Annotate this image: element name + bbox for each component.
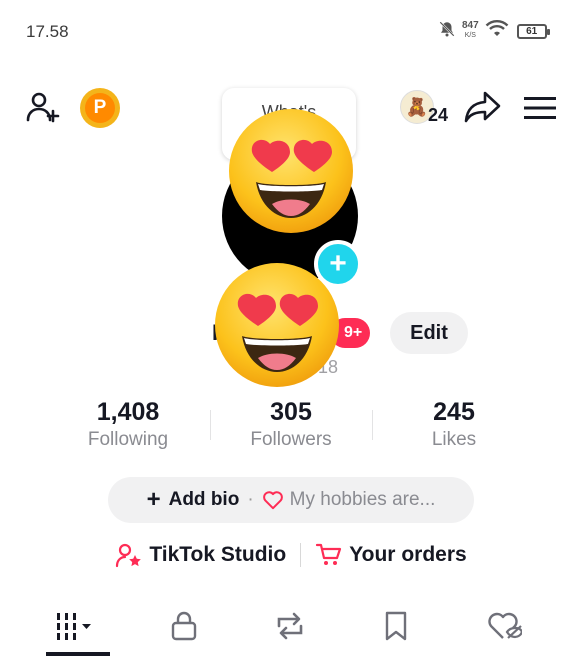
hamburger-menu-icon xyxy=(523,95,557,126)
battery-icon: 61 xyxy=(516,23,550,39)
your-orders-link[interactable]: Your orders xyxy=(315,542,467,568)
add-bio-label: Add bio xyxy=(168,489,240,510)
stat-following-value: 1,408 xyxy=(96,398,160,426)
notification-button[interactable]: 🧸 24 xyxy=(400,90,449,125)
net-speed-unit: K/S xyxy=(464,32,476,39)
bio-separator: · xyxy=(247,489,254,510)
bell-muted-icon xyxy=(438,20,456,43)
share-button[interactable] xyxy=(462,88,504,130)
tiktok-studio-link[interactable]: TikTok Studio xyxy=(115,542,286,568)
tab-reposts[interactable] xyxy=(262,604,318,648)
status-time: 17.58 xyxy=(26,22,69,41)
active-tab-indicator xyxy=(46,652,110,656)
profile-links: TikTok Studio Your orders xyxy=(0,542,582,568)
links-divider xyxy=(300,543,302,567)
tab-saved[interactable] xyxy=(368,604,424,648)
stat-likes-value: 245 xyxy=(433,398,475,426)
net-speed: 847 K/S xyxy=(462,21,479,41)
plus-icon: + xyxy=(146,486,161,513)
add-bio-button[interactable]: + Add bio · My hobbies are... xyxy=(108,477,474,523)
tab-liked[interactable] xyxy=(476,604,532,648)
stat-divider xyxy=(210,410,211,440)
status-icons: 847 K/S 61 xyxy=(438,18,550,44)
repost-icon xyxy=(277,612,303,640)
your-orders-label: Your orders xyxy=(349,543,467,566)
stat-following[interactable]: 1,408 Following xyxy=(53,398,203,451)
coin-button[interactable]: P xyxy=(80,88,120,128)
stat-followers[interactable]: 305 Followers xyxy=(216,398,366,451)
stat-likes[interactable]: 245 Likes xyxy=(379,398,529,451)
menu-button[interactable] xyxy=(520,90,560,130)
heart-eyes-emoji-icon-2 xyxy=(215,263,339,387)
stat-followers-label: Followers xyxy=(250,429,332,450)
coin-icon: P xyxy=(85,93,115,123)
wifi-icon xyxy=(485,19,509,43)
stat-following-label: Following xyxy=(87,429,169,450)
shopping-cart-icon xyxy=(316,543,342,565)
heart-eyes-emoji-icon xyxy=(229,109,353,233)
bio-hobbies: My hobbies are... xyxy=(262,489,436,511)
notification-count: 24 xyxy=(428,105,449,125)
heart-outline-icon xyxy=(262,490,284,510)
tiktok-studio-label: TikTok Studio xyxy=(149,543,287,566)
bio-placeholder: My hobbies are... xyxy=(289,489,436,510)
stat-followers-value: 305 xyxy=(270,398,312,426)
stat-divider xyxy=(372,410,373,440)
bookmark-icon xyxy=(385,611,407,641)
battery-level: 61 xyxy=(526,25,538,37)
person-star-icon xyxy=(116,543,142,568)
heart-hidden-icon xyxy=(488,612,522,639)
tab-posts-grid[interactable] xyxy=(48,604,104,648)
add-friend-button[interactable] xyxy=(20,86,66,132)
grid-dropdown-icon xyxy=(57,613,91,640)
tab-private[interactable] xyxy=(156,604,212,648)
edit-profile-button[interactable]: Edit xyxy=(390,312,468,354)
stat-likes-label: Likes xyxy=(431,429,477,450)
add-person-icon xyxy=(25,89,61,130)
lock-icon xyxy=(171,611,197,641)
net-speed-value: 847 xyxy=(462,20,479,31)
share-arrow-icon xyxy=(464,90,502,129)
add-bio: + Add bio xyxy=(147,486,240,514)
